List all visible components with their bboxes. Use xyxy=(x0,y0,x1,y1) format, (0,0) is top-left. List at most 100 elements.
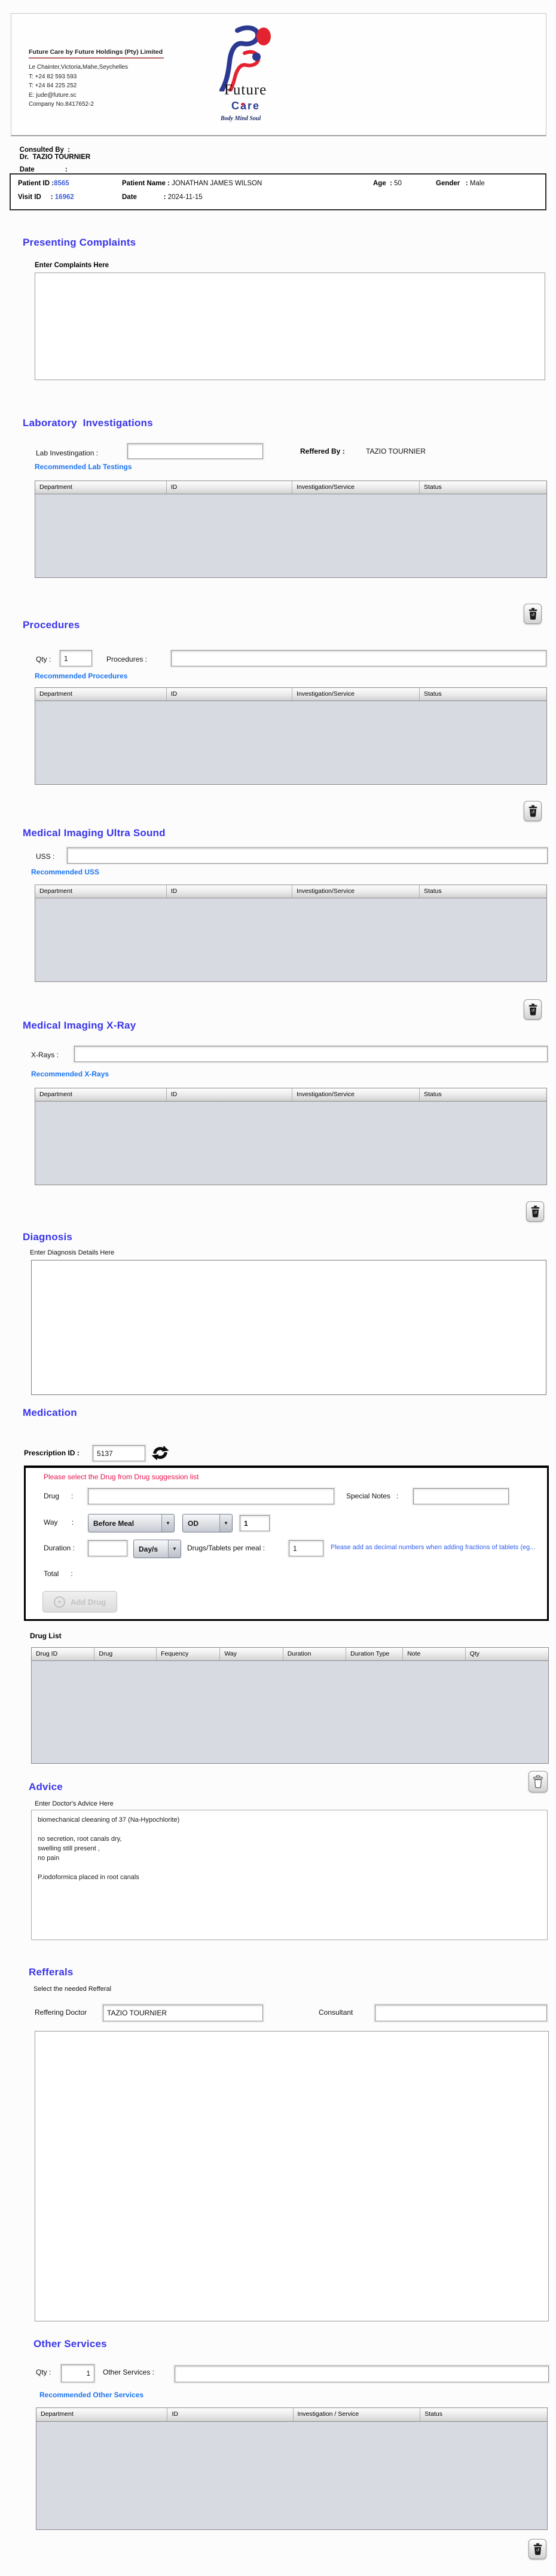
xray-input-label: X-Rays : xyxy=(31,1051,59,1059)
trash-icon: ↺ xyxy=(533,2543,542,2555)
procedures-qty-label: Qty : xyxy=(36,655,51,663)
add-drug-button[interactable]: + Add Drug xyxy=(42,1591,118,1613)
special-notes-input[interactable] xyxy=(413,1488,509,1504)
letterhead-rule xyxy=(29,57,164,59)
uss-table: Department ID Investigation/Service Stat… xyxy=(35,885,547,982)
refresh-prescription-button[interactable] xyxy=(151,1444,170,1463)
other-services-table-body xyxy=(36,2422,547,2529)
column-header-id: ID xyxy=(167,885,293,898)
logo-tagline: Body Mind Soul xyxy=(221,115,261,122)
referrals-label: Select the needed Refferal xyxy=(33,1985,112,1993)
column-header-department: Department xyxy=(35,688,167,700)
procedures-qty-input[interactable] xyxy=(60,650,92,666)
column-header-frequency: Fequency xyxy=(157,1648,221,1660)
consulted-by-label: Consulted By : xyxy=(19,146,71,154)
drug-list-header: Drug ID Drug Fequency Way Duration Durat… xyxy=(32,1648,548,1661)
svg-text:↺: ↺ xyxy=(531,810,534,815)
logo-wordmark-future: Future xyxy=(224,82,267,98)
prescription-id-label: Prescription ID : xyxy=(24,1449,80,1457)
clear-xray-button[interactable]: ↺ xyxy=(526,1201,544,1222)
column-header-status: Status xyxy=(423,1091,442,1098)
way-label: Way : xyxy=(44,1518,74,1526)
other-qty-input[interactable] xyxy=(61,2364,94,2382)
procedures-input[interactable] xyxy=(171,650,546,666)
patient-id-value: 8565 xyxy=(54,180,69,187)
clear-lab-testings-button[interactable]: ↺ xyxy=(524,604,542,624)
patient-age-value: 50 xyxy=(394,180,402,187)
lab-investigation-input[interactable] xyxy=(127,443,263,459)
other-qty-label: Qty : xyxy=(36,2368,51,2376)
uss-table-header: Department ID Investigation/Service Stat… xyxy=(35,885,546,898)
column-header-id: ID xyxy=(167,1088,293,1101)
drug-input[interactable] xyxy=(88,1488,334,1504)
way-qty-input[interactable] xyxy=(240,1515,270,1531)
column-header-id: ID xyxy=(167,688,293,700)
clear-other-services-button[interactable]: ↺ xyxy=(528,2539,546,2559)
section-title-referrals: Refferals xyxy=(29,1966,74,1978)
column-header-id: ID xyxy=(167,2408,294,2421)
column-header-note: Note xyxy=(403,1648,466,1660)
refresh-icon xyxy=(151,1445,169,1461)
visit-date-value: 2024-11-15 xyxy=(167,194,203,201)
other-services-table: Department ID Investigation / Service St… xyxy=(36,2407,548,2530)
way-select[interactable]: Before Meal ▼ xyxy=(88,1514,175,1532)
trash-icon: ↺ xyxy=(528,805,537,817)
patient-id-field: Patient ID :8565 xyxy=(18,180,69,187)
visit-id-value: 16962 xyxy=(54,194,74,201)
section-title-other-services: Other Services xyxy=(33,2338,107,2349)
logo-wordmark-care: Care ♥ xyxy=(231,100,261,112)
duration-type-value: Day/s xyxy=(139,1544,158,1553)
letterhead: Future Care by Future Holdings (Pty) Lim… xyxy=(11,13,546,136)
xray-table-header: Department ID Investigation/Service Stat… xyxy=(35,1088,546,1102)
xray-table: Department ID Investigation/Service Stat… xyxy=(35,1088,547,1185)
futurecare-logo: Future Care ♥ Body Mind Soul xyxy=(204,25,274,132)
prescription-id-input[interactable] xyxy=(93,1445,145,1461)
consultant-input[interactable] xyxy=(375,2005,547,2021)
total-label: Total : xyxy=(44,1570,73,1578)
column-header-qty: Qty xyxy=(469,1650,480,1657)
clear-procedures-button[interactable]: ↺ xyxy=(524,801,542,821)
consultation-form: Future Care by Future Holdings (Pty) Lim… xyxy=(0,0,556,2576)
svg-text:↺: ↺ xyxy=(536,2549,539,2553)
column-header-way: Way xyxy=(220,1648,283,1660)
section-title-presenting-complaints: Presenting Complaints xyxy=(23,237,136,248)
chevron-down-icon: ▼ xyxy=(224,1520,228,1526)
column-header-service: Investigation / Service xyxy=(294,2408,421,2421)
patient-age-field: Age : 50 xyxy=(373,180,402,187)
clear-advice-button[interactable] xyxy=(528,1771,548,1792)
procedures-table-header: Department ID Investigation/Service Stat… xyxy=(35,688,546,701)
referral-list-box[interactable] xyxy=(35,2031,549,2321)
uss-input[interactable] xyxy=(67,848,548,864)
advice-textarea[interactable]: biomechanical cleeaning of 37 (Na-Hypoch… xyxy=(31,1810,548,1940)
complaints-textarea[interactable] xyxy=(35,273,545,380)
per-meal-input[interactable] xyxy=(289,1540,323,1556)
advice-label: Enter Doctor's Advice Here xyxy=(35,1800,114,1807)
column-header-service: Investigation/Service xyxy=(292,481,420,494)
other-services-input[interactable] xyxy=(175,2366,549,2382)
column-header-id: ID xyxy=(167,481,293,494)
recommended-xray-label: Recommended X-Rays xyxy=(31,1070,109,1078)
trash-outline-icon xyxy=(533,1775,543,1788)
diagnosis-textarea[interactable] xyxy=(31,1260,546,1395)
duration-type-select[interactable]: Day/s ▼ xyxy=(133,1540,181,1558)
visit-date-field: Date : 2024-11-15 xyxy=(122,194,203,201)
duration-label: Duration : xyxy=(44,1544,75,1552)
xray-input[interactable] xyxy=(74,1046,548,1062)
section-title-procedures: Procedures xyxy=(23,619,80,631)
patient-name-value: JONATHAN JAMES WILSON xyxy=(172,180,262,187)
clear-uss-button[interactable]: ↺ xyxy=(524,999,542,1020)
section-title-diagnosis: Diagnosis xyxy=(23,1231,73,1243)
recommended-lab-testings-label: Recommended Lab Testings xyxy=(35,463,132,471)
referring-doctor-input[interactable] xyxy=(103,2005,263,2021)
consultant-label: Consultant xyxy=(319,2008,353,2017)
frequency-select[interactable]: OD ▼ xyxy=(182,1514,233,1532)
per-meal-label: Drugs/Tablets per meal : xyxy=(187,1544,265,1552)
column-header-service: Investigation/Service xyxy=(292,688,420,700)
company-phone-2: T: +24 84 225 252 xyxy=(29,82,77,89)
duration-input[interactable] xyxy=(88,1540,127,1556)
other-services-table-header: Department ID Investigation / Service St… xyxy=(36,2408,547,2422)
frequency-select-value: OD xyxy=(188,1519,198,1528)
recommended-uss-label: Recommended USS xyxy=(31,868,100,876)
column-header-department: Department xyxy=(35,885,167,898)
way-select-button: ▼ xyxy=(161,1515,174,1532)
